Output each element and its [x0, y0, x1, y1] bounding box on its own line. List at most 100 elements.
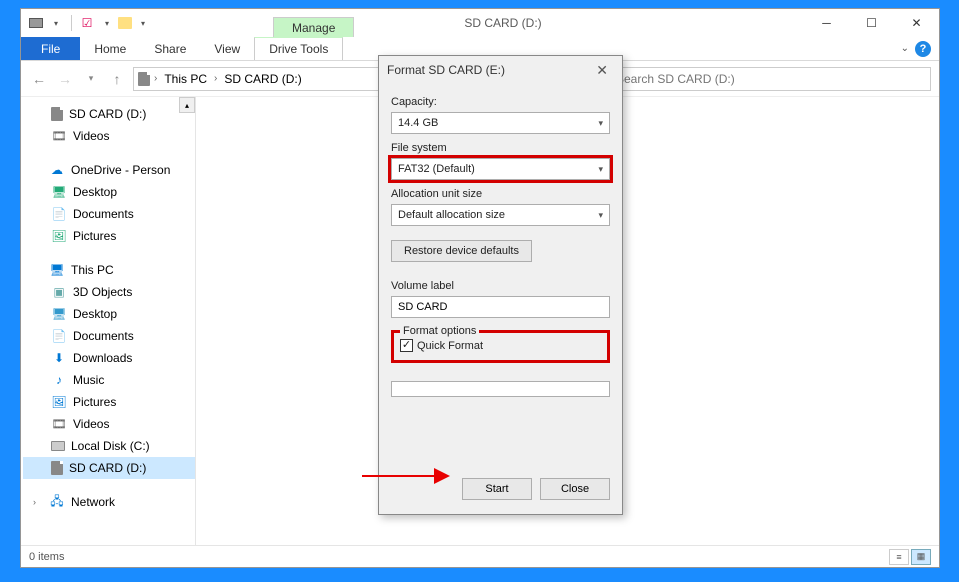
tab-share[interactable]: Share [140, 37, 200, 60]
tree-label: Downloads [73, 351, 132, 365]
tree-label: Pictures [73, 229, 116, 243]
tab-drive-tools[interactable]: Drive Tools [254, 37, 343, 60]
status-bar: 0 items ≡ ▦ [21, 545, 939, 567]
dialog-footer: Start Close [379, 468, 622, 514]
allocation-value: Default allocation size [398, 209, 505, 221]
tree-label: Pictures [73, 395, 116, 409]
tree-item-pictures[interactable]: 🖼Pictures [23, 225, 195, 247]
tree-item-downloads[interactable]: ⬇Downloads [23, 347, 195, 369]
this-pc-icon: 🖥 [49, 262, 65, 278]
maximize-button[interactable]: ☐ [849, 9, 894, 37]
drive-icon [51, 441, 65, 451]
qat-dropdown-icon[interactable]: ▾ [134, 14, 152, 32]
volume-label-label: Volume label [391, 280, 610, 292]
tree-item-desktop[interactable]: 🖥 Desktop [23, 181, 195, 203]
tree-item-localdisk[interactable]: Local Disk (C:) [23, 435, 195, 457]
chevron-down-icon: ▾ [598, 210, 603, 221]
tree-label: SD CARD (D:) [69, 107, 146, 121]
tab-home[interactable]: Home [80, 37, 140, 60]
tree-item-sdcard[interactable]: SD CARD (D:) [23, 103, 195, 125]
format-options-legend: Format options [400, 325, 479, 337]
tree-item-network[interactable]: ›🖧Network [23, 491, 195, 513]
tree-item-onedrive[interactable]: ☁OneDrive - Person [23, 159, 195, 181]
chevron-right-icon[interactable]: › [33, 497, 43, 507]
back-button[interactable]: ← [29, 69, 49, 89]
scroll-up-icon[interactable]: ▴ [179, 97, 195, 113]
tree-item-videos[interactable]: 🎞 Videos [23, 125, 195, 147]
recent-dropdown-icon[interactable]: ▾ [81, 69, 101, 89]
qat-dropdown-icon[interactable]: ▾ [47, 14, 65, 32]
start-button[interactable]: Start [462, 478, 532, 500]
restore-defaults-button[interactable]: Restore device defaults [391, 240, 532, 262]
tree-label: Music [73, 373, 104, 387]
videos-icon: 🎞 [51, 128, 67, 144]
navigation-pane[interactable]: ▴ SD CARD (D:) 🎞 Videos ☁OneDrive - Perso… [21, 97, 196, 545]
quick-access-toolbar: ▾ ☑ ▾ ▾ [21, 14, 152, 32]
details-view-button[interactable]: ≡ [889, 549, 909, 565]
window-title: SD CARD (D:) [152, 16, 804, 30]
dialog-body: Capacity: 14.4 GB ▾ File system FAT32 (D… [379, 84, 622, 468]
filesystem-select[interactable]: FAT32 (Default) ▾ [391, 158, 610, 180]
chevron-right-icon[interactable]: › [212, 73, 219, 84]
dialog-titlebar[interactable]: Format SD CARD (E:) ✕ [379, 56, 622, 84]
qat-dropdown-icon[interactable]: ▾ [98, 14, 116, 32]
desktop-icon: 🖥 [51, 184, 67, 200]
pictures-icon: 🖼 [51, 394, 67, 410]
tree-item-videos-pc[interactable]: 🎞Videos [23, 413, 195, 435]
ribbon-expand-icon[interactable]: ⌄ [901, 43, 909, 54]
chevron-right-icon[interactable]: › [152, 73, 159, 84]
tree-item-3dobjects[interactable]: ▣ 3D Objects [23, 281, 195, 303]
tree-label: Videos [73, 417, 109, 431]
checkbox-icon[interactable]: ☑ [78, 14, 96, 32]
tree-label: OneDrive - Person [71, 163, 170, 177]
documents-icon: 📄 [51, 328, 67, 344]
filesystem-value: FAT32 (Default) [398, 163, 475, 175]
tree-item-sdcard-pc[interactable]: SD CARD (D:) [23, 457, 195, 479]
close-icon[interactable]: ✕ [590, 60, 614, 81]
folder-icon[interactable] [118, 17, 132, 29]
sd-card-icon [51, 461, 63, 475]
objects-icon: ▣ [51, 284, 67, 300]
up-button[interactable]: ↑ [107, 69, 127, 89]
quick-format-checkbox[interactable]: ✓ Quick Format [400, 339, 601, 352]
tree-label: This PC [71, 263, 114, 277]
tree-item-pictures-pc[interactable]: 🖼 Pictures [23, 391, 195, 413]
crumb-sdcard[interactable]: SD CARD (D:) [221, 72, 304, 86]
progress-bar [391, 381, 610, 397]
checkbox-icon: ✓ [400, 339, 413, 352]
volume-label-input[interactable] [391, 296, 610, 318]
ribbon-right: ⌄ ? [901, 37, 939, 60]
minimize-button[interactable]: ─ [804, 9, 849, 37]
search-box[interactable] [609, 67, 931, 91]
quick-format-label: Quick Format [417, 340, 483, 352]
tree-item-documents[interactable]: 📄Documents [23, 203, 195, 225]
close-button[interactable]: ✕ [894, 9, 939, 37]
capacity-select[interactable]: 14.4 GB ▾ [391, 112, 610, 134]
icons-view-button[interactable]: ▦ [911, 549, 931, 565]
tree-item-documents-pc[interactable]: 📄Documents [23, 325, 195, 347]
tree-label: Desktop [73, 185, 117, 199]
status-item-count: 0 items [29, 551, 64, 563]
network-icon: 🖧 [49, 494, 65, 510]
help-icon[interactable]: ? [915, 41, 931, 57]
tree-item-thispc[interactable]: 🖥 This PC [23, 259, 195, 281]
tree-label: 3D Objects [73, 285, 132, 299]
titlebar: ▾ ☑ ▾ ▾ Manage SD CARD (D:) ─ ☐ ✕ [21, 9, 939, 37]
capacity-value: 14.4 GB [398, 117, 438, 129]
tree-label: Desktop [73, 307, 117, 321]
drive-icon [138, 72, 150, 86]
contextual-tab-group: Manage [273, 9, 354, 37]
allocation-select[interactable]: Default allocation size ▾ [391, 204, 610, 226]
tab-file[interactable]: File [21, 37, 80, 60]
tab-view[interactable]: View [200, 37, 254, 60]
close-button[interactable]: Close [540, 478, 610, 500]
tree-item-music[interactable]: ♪Music [23, 369, 195, 391]
tree-label: Videos [73, 129, 109, 143]
tree-item-desktop-pc[interactable]: 🖥Desktop [23, 303, 195, 325]
crumb-this-pc[interactable]: This PC [161, 72, 210, 86]
search-input[interactable] [616, 72, 924, 86]
documents-icon: 📄 [51, 206, 67, 222]
forward-button[interactable]: → [55, 69, 75, 89]
sd-card-icon [51, 107, 63, 121]
manage-tab-header[interactable]: Manage [273, 17, 354, 38]
